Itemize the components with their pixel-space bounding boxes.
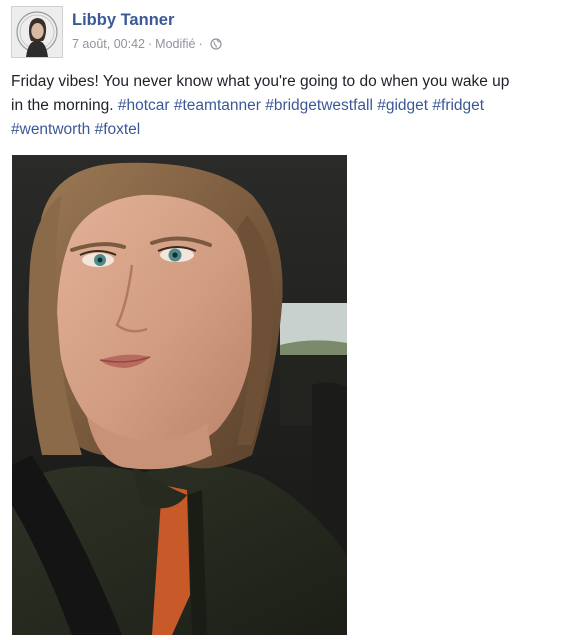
hashtag-link[interactable]: #hotcar — [118, 97, 170, 114]
facebook-post: Libby Tanner 7 août, 00:42 · Modifié · F… — [0, 0, 570, 640]
meta-separator: · — [198, 37, 203, 51]
hashtag-link[interactable]: #wentworth — [11, 121, 90, 138]
hashtag-link[interactable]: #teamtanner — [174, 97, 261, 114]
hashtag-link[interactable]: #foxtel — [95, 121, 141, 138]
post-text: Friday vibes! You never know what you're… — [11, 70, 570, 142]
post-text-line: Friday vibes! You never know what you're… — [11, 73, 510, 90]
post-photo[interactable] — [12, 155, 347, 635]
post-meta: 7 août, 00:42 · Modifié · — [72, 37, 222, 51]
meta-separator: · — [147, 37, 153, 51]
post-timestamp[interactable]: 7 août, 00:42 — [72, 37, 145, 51]
post-text-fragment: in the morning. — [11, 97, 114, 114]
hashtag-link[interactable]: #bridgetwestfall — [265, 97, 373, 114]
author-name[interactable]: Libby Tanner — [72, 11, 174, 30]
selfie-photo — [12, 155, 347, 635]
avatar-image — [12, 7, 62, 57]
post-text-line: in the morning. #hotcar #teamtanner #bri… — [11, 94, 570, 118]
edited-label[interactable]: Modifié — [155, 37, 195, 51]
hashtag-link[interactable]: #fridget — [432, 97, 484, 114]
globe-icon[interactable] — [210, 38, 222, 50]
author-avatar[interactable] — [11, 6, 63, 58]
post-text-line: #wentworth #foxtel — [11, 118, 570, 142]
hashtag-link[interactable]: #gidget — [377, 97, 428, 114]
